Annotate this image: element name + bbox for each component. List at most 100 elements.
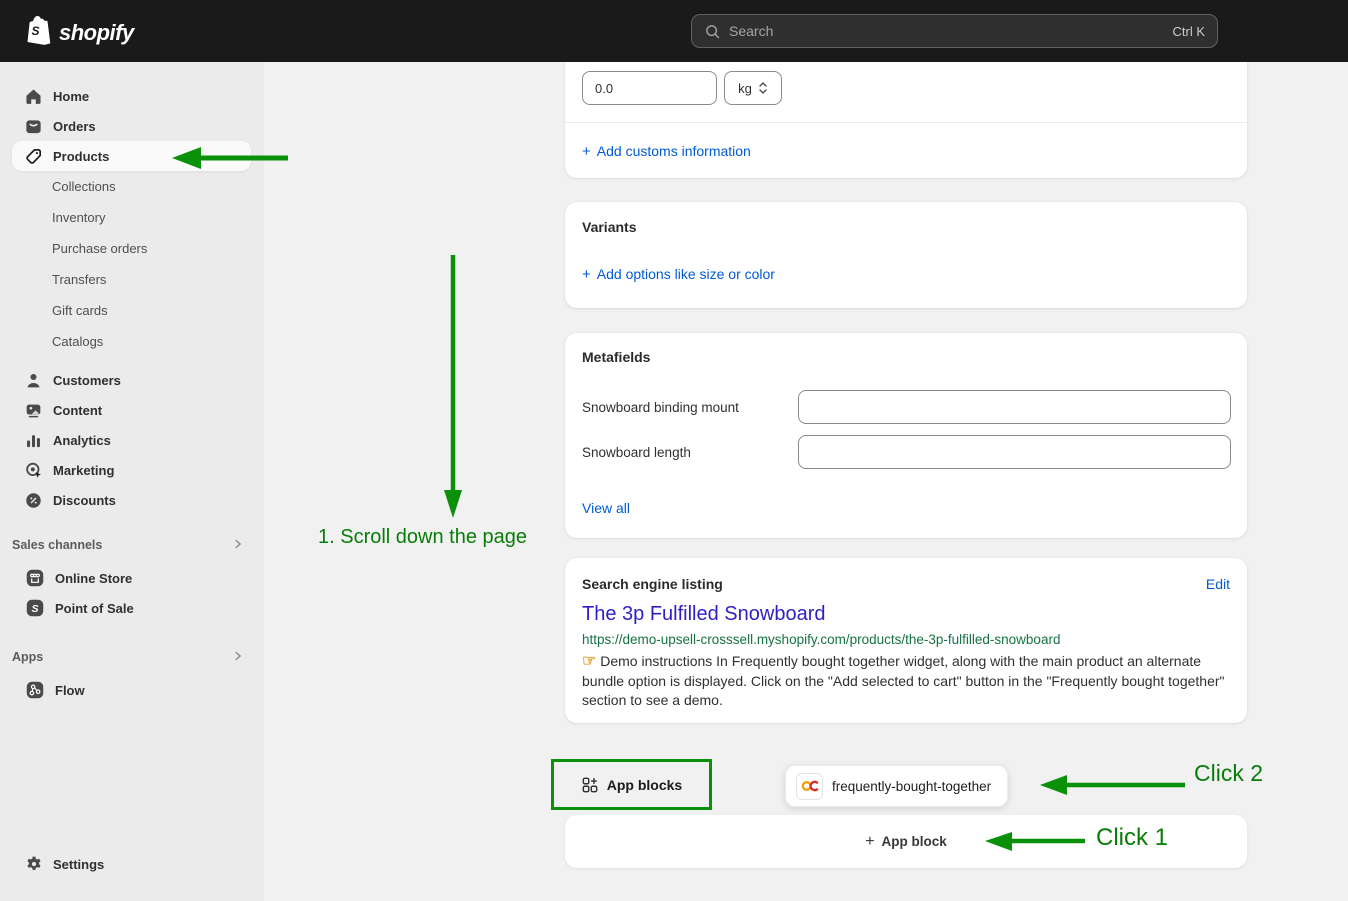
search-shortcut-hint: Ctrl K (1173, 24, 1206, 39)
sidebar-item-label: Transfers (52, 272, 106, 287)
global-search[interactable]: Ctrl K (691, 14, 1218, 48)
customers-icon (24, 371, 43, 390)
shipping-card: kg + Add customs information (565, 62, 1247, 178)
add-app-block-label: App block (882, 834, 947, 849)
add-options-label: Add options like size or color (597, 266, 775, 282)
app-blocks-label: App blocks (607, 777, 682, 793)
view-all-label: View all (582, 500, 630, 516)
sidebar-item-label: Purchase orders (52, 241, 147, 256)
sidebar-item-home[interactable]: Home (12, 81, 251, 111)
search-icon (704, 23, 721, 40)
orders-icon (24, 117, 43, 136)
point-of-sale-icon: S (24, 597, 46, 619)
sidebar-item-online-store[interactable]: Online Store (12, 563, 251, 593)
metafield-length-input[interactable] (798, 435, 1231, 469)
weight-unit-value: kg (738, 81, 752, 96)
frequently-bought-together-block[interactable]: frequently-bought-together (785, 765, 1008, 807)
home-icon (24, 87, 43, 106)
sidebar-item-label: Customers (53, 373, 121, 388)
search-input[interactable] (729, 23, 1165, 39)
analytics-icon (24, 431, 43, 450)
plus-icon: + (582, 144, 591, 159)
app-block-name: frequently-bought-together (832, 779, 991, 794)
app-blocks-section-label[interactable]: App blocks (551, 759, 712, 810)
seo-card-title: Search engine listing (582, 576, 723, 592)
seo-page-title[interactable]: The 3p Fulfilled Snowboard (582, 603, 825, 626)
shopify-wordmark: shopify (59, 20, 134, 46)
variants-card: Variants + Add options like size or colo… (565, 202, 1247, 308)
sidebar-item-flow[interactable]: Flow (12, 675, 251, 705)
stepper-updown-icon (758, 80, 768, 96)
sidebar-item-discounts[interactable]: Discounts (12, 485, 251, 515)
sidebar-item-label: Marketing (53, 463, 114, 478)
sidebar-item-point-of-sale[interactable]: S Point of Sale (12, 593, 251, 623)
sidebar-item-content[interactable]: Content (12, 395, 251, 425)
metafields-card-title: Metafields (582, 349, 650, 365)
sidebar-item-label: Products (53, 149, 109, 164)
sidebar-item-orders[interactable]: Orders (12, 111, 251, 141)
sidebar-item-customers[interactable]: Customers (12, 365, 251, 395)
top-bar: S shopify Ctrl K (0, 0, 1348, 62)
add-customs-info-label: Add customs information (597, 143, 751, 159)
frequently-bought-together-app-icon (796, 773, 823, 800)
flow-app-icon (24, 679, 46, 701)
sidebar-item-label: Catalogs (52, 334, 103, 349)
sidebar-item-label: Flow (55, 683, 85, 698)
shopify-logo[interactable]: S shopify (26, 15, 134, 50)
metafield-label: Snowboard length (582, 445, 691, 460)
weight-input[interactable] (582, 71, 717, 105)
add-customs-info-link[interactable]: + Add customs information (582, 143, 751, 159)
sidebar-item-collections[interactable]: Collections (12, 171, 251, 202)
sidebar-item-purchase-orders[interactable]: Purchase orders (12, 233, 251, 264)
seo-edit-link[interactable]: Edit (1206, 576, 1230, 592)
chevron-right-icon (232, 538, 244, 553)
sidebar-item-marketing[interactable]: Marketing (12, 455, 251, 485)
sidebar-section-apps[interactable]: Apps (0, 645, 251, 669)
sidebar-item-label: Gift cards (52, 303, 108, 318)
add-app-block-button[interactable]: + App block (565, 815, 1247, 868)
metafield-binding-mount-input[interactable] (798, 390, 1231, 424)
edit-label: Edit (1206, 576, 1230, 592)
sidebar-item-label: Discounts (53, 493, 116, 508)
svg-text:S: S (31, 24, 39, 38)
sidebar-item-products[interactable]: Products (12, 141, 251, 171)
sidebar-item-label: Content (53, 403, 102, 418)
metafields-card: Metafields Snowboard binding mount Snowb… (565, 333, 1247, 538)
sidebar-item-label: Home (53, 89, 89, 104)
view-all-metafields-link[interactable]: View all (582, 500, 630, 516)
sidebar-item-label: Orders (53, 119, 96, 134)
chevron-right-icon (232, 650, 244, 665)
sidebar-item-label: Online Store (55, 571, 132, 586)
sidebar-item-gift-cards[interactable]: Gift cards (12, 295, 251, 326)
seo-url: https://demo-upsell-crosssell.myshopify.… (582, 632, 1060, 647)
sidebar-item-label: Inventory (52, 210, 105, 225)
variants-card-title: Variants (582, 219, 636, 235)
sidebar: Home Orders Products Collections Invento… (0, 62, 264, 901)
add-options-link[interactable]: + Add options like size or color (582, 266, 775, 282)
pointing-hand-icon: ☞ (582, 653, 596, 670)
sidebar-item-catalogs[interactable]: Catalogs (12, 326, 251, 357)
weight-unit-select[interactable]: kg (724, 71, 782, 105)
plus-icon: + (865, 834, 874, 850)
sidebar-item-label: Settings (53, 857, 104, 872)
seo-card: Search engine listing Edit The 3p Fulfil… (565, 558, 1247, 723)
sidebar-item-transfers[interactable]: Transfers (12, 264, 251, 295)
shopify-bag-icon: S (26, 15, 52, 50)
annotation-click2-text: Click 2 (1194, 760, 1263, 787)
gear-icon (24, 855, 43, 874)
sidebar-item-analytics[interactable]: Analytics (12, 425, 251, 455)
metafield-label: Snowboard binding mount (582, 400, 739, 415)
seo-description-text: Demo instructions In Frequently bought t… (582, 653, 1225, 708)
products-tag-icon (24, 147, 43, 166)
sidebar-item-settings[interactable]: Settings (12, 849, 251, 879)
sidebar-item-label: Analytics (53, 433, 111, 448)
sidebar-item-label: Collections (52, 179, 116, 194)
sidebar-section-sales-channels[interactable]: Sales channels (0, 533, 251, 557)
section-label: Apps (12, 650, 43, 664)
marketing-icon (24, 461, 43, 480)
annotation-step1-text: 1. Scroll down the page (318, 526, 527, 549)
scroll-down-arrowhead (444, 490, 462, 518)
app-blocks-icon (581, 776, 599, 794)
plus-icon: + (582, 267, 591, 282)
sidebar-item-inventory[interactable]: Inventory (12, 202, 251, 233)
